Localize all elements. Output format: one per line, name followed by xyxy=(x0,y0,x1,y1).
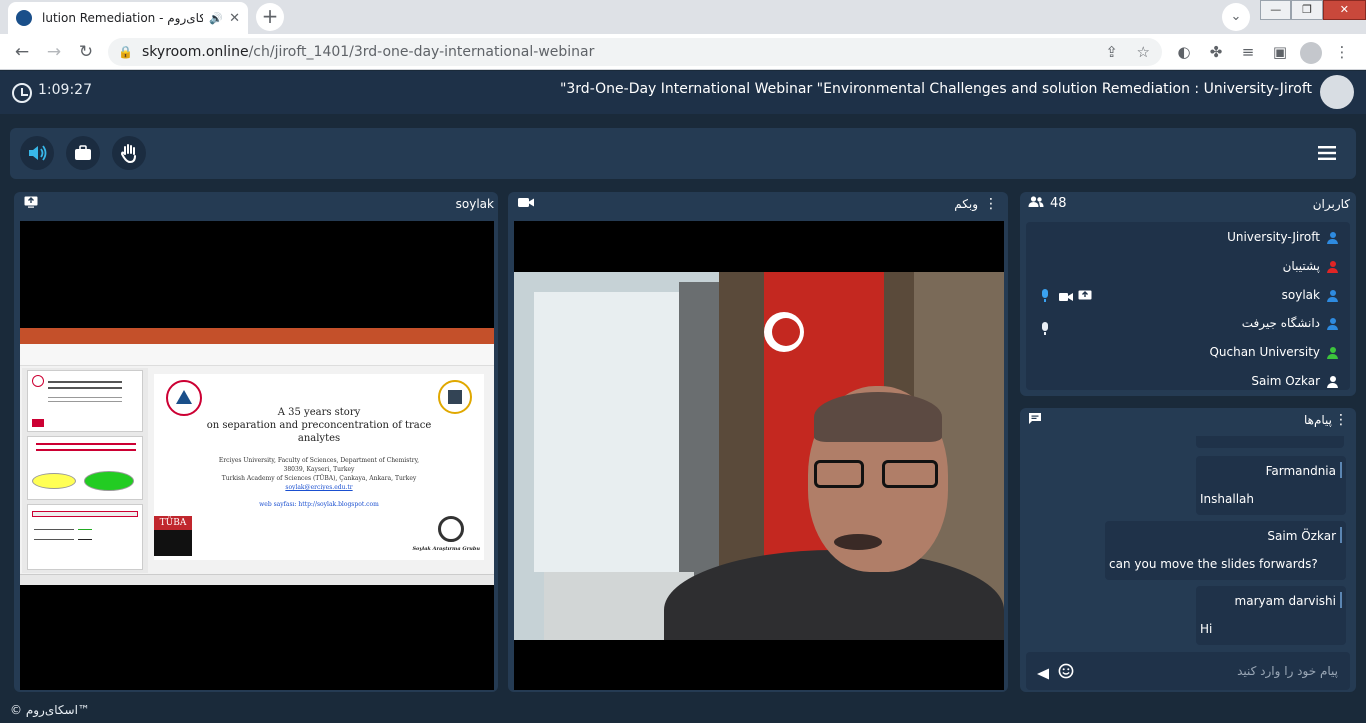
close-window-icon[interactable]: ✕ xyxy=(1322,0,1366,20)
send-icon[interactable] xyxy=(1036,665,1049,684)
address-bar[interactable]: 🔒 skyroom.online/ch/jiroft_1401/3rd-one-… xyxy=(108,38,1162,66)
side-panel-icon[interactable]: ▣ xyxy=(1270,42,1290,62)
user-icon xyxy=(1327,376,1338,388)
chat-message: Saim Özkar can you move the slides forwa… xyxy=(1105,521,1346,580)
main-menu-button[interactable] xyxy=(1310,136,1344,170)
user-row[interactable]: دانشگاه جیرفت xyxy=(1026,313,1346,335)
hand-icon xyxy=(120,144,136,163)
slide-thumbnails xyxy=(22,368,148,573)
user-icon xyxy=(1327,290,1338,302)
webcam-panel-title: وبکم xyxy=(954,197,978,211)
forward-arrow-icon[interactable]: → xyxy=(42,40,66,64)
user-row[interactable]: Saim Ozkar xyxy=(1026,371,1346,393)
webcam-video xyxy=(514,272,1004,640)
camera-icon xyxy=(518,192,534,218)
user-icon xyxy=(1327,318,1338,330)
browser-tab-strip: lution Remediation - اسکای‌روم 🔊 ✕ + ⌄ —… xyxy=(0,0,1366,34)
lock-icon: 🔒 xyxy=(118,45,133,59)
user-icon xyxy=(1327,347,1338,359)
presentation-panel-title: soylak xyxy=(455,197,494,211)
users-panel-title: کاربران xyxy=(1312,197,1350,211)
minimize-icon[interactable]: — xyxy=(1260,0,1292,20)
tab-search-chevron-down-icon[interactable]: ⌄ xyxy=(1222,3,1250,31)
users-icon xyxy=(1028,192,1044,218)
session-timer: 1:09:27 xyxy=(38,82,92,98)
chat-options-icon[interactable]: ⋮ xyxy=(1334,408,1348,434)
new-tab-button[interactable]: + xyxy=(256,3,284,31)
clock-icon xyxy=(12,83,32,103)
room-toolbar xyxy=(10,128,1356,179)
emoji-icon[interactable] xyxy=(1058,663,1074,683)
tab-title: lution Remediation - اسکای‌روم xyxy=(42,11,203,25)
speaker-icon xyxy=(29,145,47,161)
briefcase-button[interactable] xyxy=(66,136,100,170)
browser-toolbar: ← → ↻ 🔒 skyroom.online/ch/jiroft_1401/3r… xyxy=(0,34,1366,70)
url-host: skyroom.online xyxy=(142,44,249,60)
chat-panel-title: پیام‌ها xyxy=(1303,413,1332,427)
user-row[interactable]: پشتیبان xyxy=(1026,256,1346,278)
user-row[interactable]: University-Jiroft xyxy=(1026,227,1346,249)
user-count: 48 xyxy=(1050,196,1067,211)
extension-icon[interactable]: ◐ xyxy=(1174,42,1194,62)
media-queue-icon[interactable]: ≡ xyxy=(1238,42,1258,62)
speaker-button[interactable] xyxy=(20,136,54,170)
user-icon xyxy=(1327,232,1338,244)
tab-audio-icon[interactable]: 🔊 xyxy=(209,12,223,25)
room-header: 1:09:27 "3rd-One-Day International Webin… xyxy=(0,71,1366,114)
mic-icon xyxy=(1041,322,1049,335)
restore-icon[interactable]: ❐ xyxy=(1291,0,1323,20)
soylak-logo-icon xyxy=(438,516,464,542)
tuba-logo: TÜBA xyxy=(154,516,192,556)
briefcase-icon xyxy=(75,145,91,160)
reload-icon[interactable]: ↻ xyxy=(74,40,98,64)
ppt-status-bar xyxy=(20,574,494,585)
screen-share-icon xyxy=(1078,290,1092,302)
chat-input-bar xyxy=(1026,652,1350,690)
webcam-options-icon[interactable]: ⋮ xyxy=(984,192,998,218)
raise-hand-button[interactable] xyxy=(112,136,146,170)
window-controls: — ❐ ✕ xyxy=(1260,0,1366,20)
shared-powerpoint-screen: A 35 years story on separation and preco… xyxy=(20,328,494,585)
slide-thumbnail xyxy=(27,504,143,570)
puzzle-extensions-icon[interactable]: ✤ xyxy=(1206,42,1226,62)
skyroom-favicon-icon xyxy=(16,10,32,26)
user-row[interactable]: Quchan University xyxy=(1026,342,1346,364)
tab-close-icon[interactable]: ✕ xyxy=(229,11,240,26)
browser-tab[interactable]: lution Remediation - اسکای‌روم 🔊 ✕ xyxy=(8,2,248,34)
bookmark-star-icon[interactable]: ☆ xyxy=(1137,38,1150,66)
camera-icon xyxy=(1059,291,1073,301)
chat-message-input[interactable] xyxy=(1082,658,1340,684)
group-brand: Soylak Araştırma Grubu xyxy=(412,546,480,552)
current-slide: A 35 years story on separation and preco… xyxy=(154,374,484,560)
slide-thumbnail xyxy=(27,436,143,500)
url-path: /ch/jiroft_1401/3rd-one-day-internationa… xyxy=(248,44,595,60)
slide-affiliation: Erciyes University, Faculty of Sciences,… xyxy=(218,457,420,508)
back-arrow-icon[interactable]: ← xyxy=(10,40,34,64)
slide-title: A 35 years story on separation and preco… xyxy=(206,407,432,444)
hamburger-menu-icon xyxy=(1318,146,1336,160)
user-row[interactable]: soylak xyxy=(1026,285,1346,307)
slide-thumbnail xyxy=(27,370,143,432)
share-icon[interactable]: ⇪ xyxy=(1105,38,1118,66)
chat-message: Farmandnia Inshallah xyxy=(1196,456,1346,515)
room-title: "3rd-One-Day International Webinar "Envi… xyxy=(559,81,1312,97)
user-avatar[interactable] xyxy=(1320,75,1354,109)
mic-icon xyxy=(1041,289,1049,302)
screen-share-icon[interactable] xyxy=(24,192,38,218)
chat-bubble-icon xyxy=(1028,408,1042,434)
footer-copyright: © اسکای‌روم™ xyxy=(10,703,90,717)
browser-menu-icon[interactable]: ⋮ xyxy=(1332,42,1352,62)
profile-avatar[interactable] xyxy=(1300,42,1322,64)
user-icon xyxy=(1327,261,1338,273)
chat-message: maryam darvishi Hi xyxy=(1196,586,1346,645)
